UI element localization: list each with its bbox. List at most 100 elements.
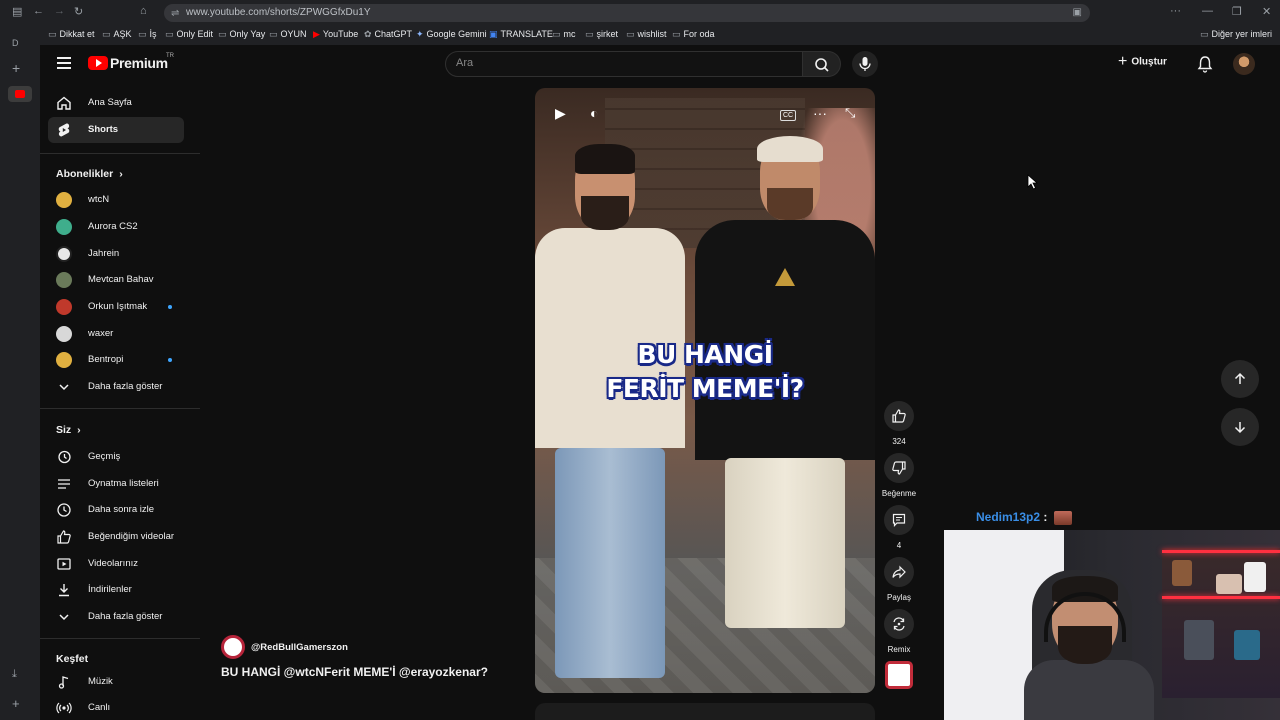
channel-avatar[interactable] — [221, 635, 245, 659]
next-short-button[interactable] — [1221, 408, 1259, 446]
bookmark-item[interactable]: ▭ Only Edit — [165, 29, 213, 40]
guide-item-live[interactable]: Canlı — [48, 695, 184, 720]
shorts-icon — [58, 123, 70, 137]
other-bookmarks[interactable]: ▭ Diğer yer imleri — [1200, 29, 1272, 40]
bookmark-item[interactable]: ▶ YouTube — [313, 29, 358, 40]
guide-item-downloads[interactable]: İndirilenler — [48, 577, 184, 603]
account-avatar[interactable] — [1233, 53, 1255, 75]
add-tab-icon[interactable]: + — [12, 60, 20, 76]
bookmark-item[interactable]: ▭ wishlist — [626, 29, 667, 40]
dislike-button[interactable]: Beğenme — [881, 453, 917, 498]
share-label: Paylaş — [886, 593, 911, 602]
guide-item-your-videos[interactable]: Videolarınız — [48, 551, 184, 577]
subscription-item[interactable]: Orkun Işıtmak — [48, 294, 184, 320]
guide-item-home[interactable]: Ana Sayfa — [48, 90, 184, 116]
search-input[interactable] — [456, 57, 786, 69]
guide-divider — [40, 408, 200, 409]
fullscreen-icon[interactable]: ⤡ — [845, 105, 855, 121]
chevron-right-icon: › — [77, 424, 81, 436]
chatgpt-icon: ✿ — [364, 29, 372, 39]
bookmark-item[interactable]: ▭ Only Yay — [218, 29, 265, 40]
chat-emote-icon — [1053, 510, 1072, 525]
bookmark-item[interactable]: ▭ For oda — [672, 29, 715, 40]
profile-icon[interactable]: D — [12, 38, 19, 48]
guide-item-liked-videos[interactable]: Beğendiğim videolar — [48, 524, 184, 550]
next-short-preview[interactable] — [535, 703, 875, 720]
back-icon[interactable]: ← — [33, 5, 44, 17]
create-button[interactable]: + Oluştur — [1118, 53, 1167, 75]
streamer-webcam — [944, 530, 1280, 720]
bookmark-item[interactable]: ✦ Google Gemini — [416, 29, 487, 40]
shorts-video-player[interactable]: BU HANGİ FERİT MEME'İ? ▶ ◐ CC ··· ⤡ — [535, 88, 875, 693]
share-button[interactable]: Paylaş — [881, 557, 917, 602]
close-icon[interactable]: ✕ — [1262, 5, 1271, 18]
reader-mode-icon[interactable]: ▣ — [1073, 7, 1082, 18]
comments-button[interactable]: 4 — [881, 505, 917, 550]
youtube-play-icon — [88, 56, 108, 70]
play-icon[interactable]: ▶ — [555, 105, 566, 122]
show-more-you[interactable]: Daha fazla göster — [48, 604, 184, 630]
captions-icon[interactable]: CC — [780, 110, 797, 121]
volume-icon[interactable]: ◐ — [590, 105, 598, 121]
site-info-icon[interactable]: ⇌ — [171, 8, 179, 19]
channel-name: wtcN — [88, 194, 110, 205]
caption-line: BU HANGİ — [637, 340, 773, 369]
forward-icon[interactable]: → — [54, 5, 65, 17]
bookmark-item[interactable]: ▣ TRANSLATE — [489, 29, 553, 40]
show-more-subscriptions[interactable]: Daha fazla göster — [48, 374, 184, 400]
voice-search-button[interactable] — [852, 51, 878, 77]
more-options-icon[interactable]: ··· — [813, 105, 827, 121]
guide-item-shorts[interactable]: Shorts — [48, 117, 184, 143]
channel-name: waxer — [88, 328, 114, 339]
address-bar[interactable]: ⇌ www.youtube.com/shorts/ZPWGGfxDu1Y ▣ — [164, 4, 1090, 22]
guide-label: Beğendiğim videolar — [88, 531, 175, 542]
bookmark-item[interactable]: ▭ mc — [552, 29, 576, 40]
subscription-item[interactable]: Jahrein — [48, 241, 184, 267]
guide-item-music[interactable]: Müzik — [48, 669, 184, 695]
sidebar-toggle-icon[interactable]: ▤ — [12, 5, 22, 18]
reload-icon[interactable]: ↻ — [74, 5, 83, 18]
subscription-item[interactable]: wtcN — [48, 187, 184, 213]
folder-icon: ▭ — [48, 29, 57, 39]
subscription-item[interactable]: Bentropi — [48, 347, 184, 373]
like-button[interactable]: 324 — [881, 401, 917, 446]
subscription-item[interactable]: waxer — [48, 321, 184, 347]
section-title: Siz — [56, 424, 72, 436]
channel-handle[interactable]: @RedBullGamerszon — [251, 642, 348, 653]
add-icon[interactable]: + — [12, 696, 20, 711]
subscription-item[interactable]: Mevtcan Bahav — [48, 267, 184, 293]
download-icon[interactable]: ⤓ — [12, 668, 17, 681]
minimize-icon[interactable]: — — [1202, 5, 1213, 17]
bookmark-item[interactable]: ▭ OYUN — [269, 29, 307, 40]
bookmark-add-icon[interactable]: ⌂ — [140, 5, 147, 17]
guide-item-history[interactable]: Geçmiş — [48, 444, 184, 470]
shelf-item — [1234, 630, 1260, 660]
guide-label: Canlı — [88, 702, 111, 713]
more-icon[interactable]: ··· — [1170, 5, 1181, 17]
menu-icon[interactable] — [57, 57, 71, 69]
bookmark-item[interactable]: ▭ şirket — [585, 29, 618, 40]
guide-label: Shorts — [88, 124, 119, 135]
sound-button[interactable] — [881, 661, 917, 689]
previous-short-button[interactable] — [1221, 360, 1259, 398]
bookmark-item[interactable]: ✿ ChatGPT — [364, 29, 412, 40]
plus-icon: + — [1118, 53, 1128, 70]
bookmark-item[interactable]: ▭ AŞK — [102, 29, 132, 40]
comment-icon — [892, 513, 906, 527]
mic-icon — [859, 57, 871, 71]
guide-item-watch-later[interactable]: Daha sonra izle — [48, 497, 184, 523]
search-box[interactable] — [445, 51, 803, 77]
remix-button[interactable]: Remix — [881, 609, 917, 654]
bookmark-item[interactable]: ▭ İş — [138, 29, 157, 40]
youtube-tab-icon[interactable] — [8, 86, 32, 102]
share-icon — [892, 565, 906, 579]
chevron-down-icon — [59, 384, 69, 391]
bookmark-item[interactable]: ▭ Dikkat et — [48, 29, 95, 40]
guide-item-playlists[interactable]: Oynatma listeleri — [48, 471, 184, 497]
search-button[interactable] — [803, 51, 841, 77]
subscriptions-heading[interactable]: Abonelikler › — [56, 168, 123, 180]
notifications-button[interactable] — [1197, 55, 1213, 73]
you-heading[interactable]: Siz › — [56, 424, 81, 436]
subscription-item[interactable]: Aurora CS2 — [48, 214, 184, 240]
restore-icon[interactable]: ❐ — [1232, 5, 1242, 18]
